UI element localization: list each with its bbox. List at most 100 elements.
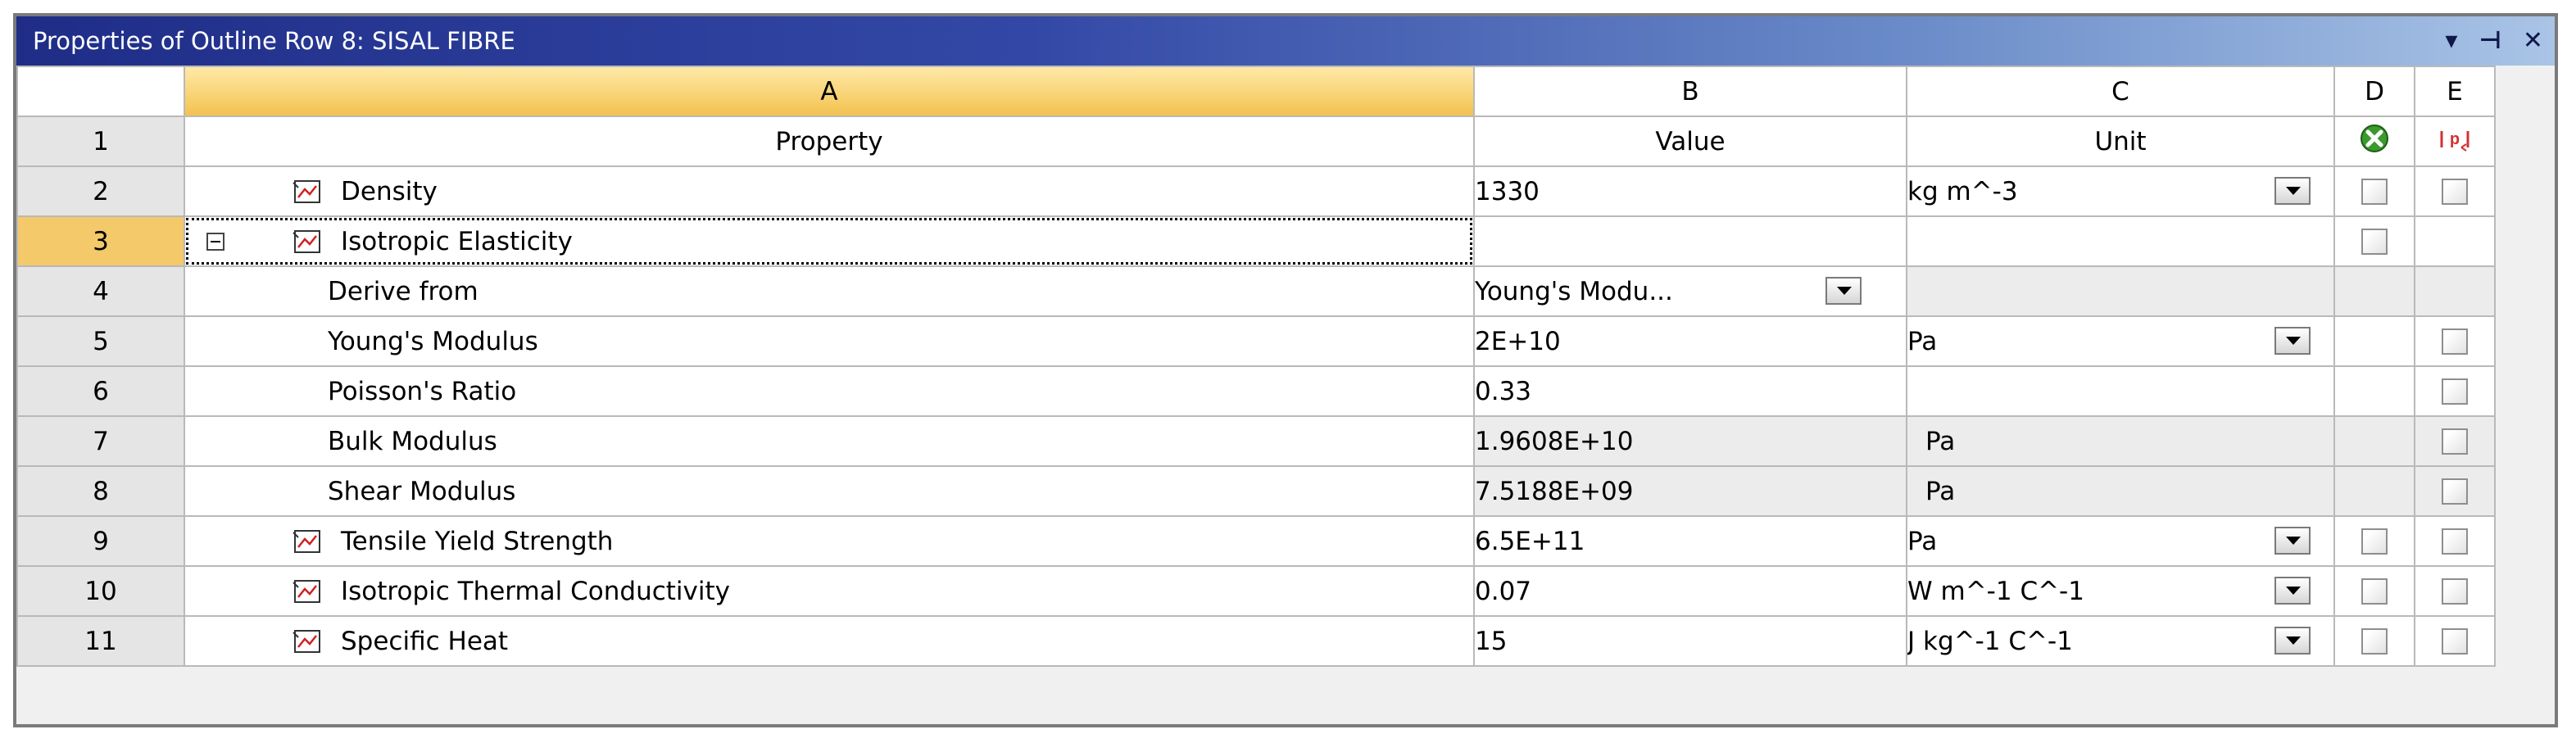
column-header-e[interactable]: E [2414, 66, 2496, 117]
parameter-checkbox[interactable] [2361, 178, 2388, 205]
link-checkbox[interactable] [2442, 578, 2468, 605]
property-label: Bulk Modulus [328, 426, 497, 456]
link-checkbox[interactable] [2442, 428, 2468, 455]
column-header-d[interactable]: D [2333, 66, 2415, 117]
property-label: Density [341, 176, 438, 206]
value-cell[interactable]: Young's Modu... [1473, 265, 1907, 317]
unit-dropdown-button[interactable] [2274, 527, 2311, 555]
properties-panel: Properties of Outline Row 8: SISAL FIBRE… [13, 13, 2558, 727]
table-row: 7 Bulk Modulus 1.9608E+10 Pa [16, 415, 2496, 467]
unit-dropdown-button[interactable] [2274, 327, 2311, 355]
value-cell[interactable]: 2E+10 [1473, 315, 1907, 367]
unit-cell[interactable]: Pa [1906, 315, 2335, 367]
link-checkbox[interactable] [2442, 627, 2468, 655]
unit-cell [1906, 265, 2335, 317]
property-label: Isotropic Thermal Conductivity [341, 576, 731, 606]
panel-titlebar: Properties of Outline Row 8: SISAL FIBRE… [16, 16, 2555, 66]
parameter-checkbox[interactable] [2361, 627, 2388, 655]
parameter-x-icon [2361, 124, 2388, 152]
property-cell[interactable]: Derive from [184, 265, 1475, 317]
value-cell[interactable]: 0.07 [1473, 565, 1907, 617]
column-header-c[interactable]: C [1906, 66, 2335, 117]
parameter-checkbox-cell [2333, 465, 2415, 517]
value-cell[interactable] [1473, 215, 1907, 267]
unit-cell[interactable]: Pa [1906, 515, 2335, 567]
unit-cell[interactable] [1906, 215, 2335, 267]
row-number[interactable]: 1 [16, 116, 185, 167]
link-checkbox[interactable] [2442, 478, 2468, 505]
panel-title: Properties of Outline Row 8: SISAL FIBRE [33, 27, 515, 55]
parameter-checkbox-cell [2333, 415, 2415, 467]
table-row: 4 Derive from Young's Modu... [16, 265, 2496, 317]
parameter-checkbox[interactable] [2361, 578, 2388, 605]
row-number-selected[interactable]: 3 [16, 215, 185, 267]
link-checkbox[interactable] [2442, 528, 2468, 555]
column-header-row: A B C D E [16, 66, 2496, 117]
property-cell[interactable]: Poisson's Ratio [184, 365, 1475, 417]
link-checkbox[interactable] [2442, 328, 2468, 355]
link-checkbox-cell [2414, 365, 2496, 417]
table-row: 8 Shear Modulus 7.5188E+09 Pa [16, 465, 2496, 517]
unit-dropdown-button[interactable] [2274, 177, 2311, 205]
value-cell[interactable]: 1330 [1473, 165, 1907, 217]
property-header: Property [184, 116, 1475, 167]
unit-dropdown-button[interactable] [2274, 577, 2311, 605]
parameter-checkbox-cell [2333, 215, 2415, 267]
unit-cell[interactable]: kg m^-3 [1906, 165, 2335, 217]
row-number[interactable]: 8 [16, 465, 185, 517]
property-chart-icon [293, 529, 320, 553]
row-number[interactable]: 6 [16, 365, 185, 417]
corner-cell[interactable] [16, 66, 185, 117]
property-cell[interactable]: Tensile Yield Strength [184, 515, 1475, 567]
row-number[interactable]: 10 [16, 565, 185, 617]
property-chart-icon [293, 179, 320, 203]
value-cell[interactable]: 6.5E+11 [1473, 515, 1907, 567]
unit-cell[interactable]: J kg^-1 C^-1 [1906, 615, 2335, 667]
table-row: 9 Tensile Yield Strength 6.5E+11 Pa [16, 515, 2496, 567]
column-header-b[interactable]: B [1473, 66, 1907, 117]
parameter-checkbox-cell [2333, 165, 2415, 217]
property-label: Specific Heat [341, 626, 509, 656]
value-cell: 1.9608E+10 [1473, 415, 1907, 467]
table-row: 6 Poisson's Ratio 0.33 [16, 365, 2496, 417]
collapse-toggle-icon[interactable] [206, 232, 224, 251]
derive-from-dropdown-button[interactable] [1825, 277, 1862, 305]
value-header: Value [1473, 116, 1907, 167]
row-number[interactable]: 2 [16, 165, 185, 217]
link-checkbox-cell [2414, 515, 2496, 567]
parameter-checkbox-cell [2333, 615, 2415, 667]
unit-dropdown-button[interactable] [2274, 627, 2311, 655]
property-label: Poisson's Ratio [328, 376, 517, 406]
pin-icon[interactable]: ⊣ [2478, 16, 2501, 66]
row-number[interactable]: 9 [16, 515, 185, 567]
parameter-checkbox[interactable] [2361, 228, 2388, 255]
row-number[interactable]: 7 [16, 415, 185, 467]
property-cell[interactable]: Isotropic Elasticity [184, 215, 1475, 267]
parameter-checkbox-cell [2333, 315, 2415, 367]
unit-cell[interactable]: W m^-1 C^-1 [1906, 565, 2335, 617]
unit-label: Pa [1907, 526, 1938, 556]
row-number[interactable]: 4 [16, 265, 185, 317]
property-cell[interactable]: Density [184, 165, 1475, 217]
derive-from-value: Young's Modu... [1475, 276, 1673, 306]
svg-text:p: p [2450, 130, 2460, 148]
property-cell[interactable]: Young's Modulus [184, 315, 1475, 367]
link-checkbox[interactable] [2442, 178, 2468, 205]
row-number[interactable]: 5 [16, 315, 185, 367]
dropdown-menu-icon[interactable]: ▾ [2445, 16, 2457, 66]
row-number[interactable]: 11 [16, 615, 185, 667]
value-cell[interactable]: 0.33 [1473, 365, 1907, 417]
column-header-a[interactable]: A [184, 66, 1475, 117]
property-label: Tensile Yield Strength [341, 526, 614, 556]
table-row: 11 Specific Heat 15 J kg^-1 C^-1 [16, 615, 2496, 667]
property-cell[interactable]: Isotropic Thermal Conductivity [184, 565, 1475, 617]
unit-label: Pa [1907, 326, 1938, 356]
parameter-checkbox[interactable] [2361, 528, 2388, 555]
close-icon[interactable]: ✕ [2523, 16, 2543, 66]
link-checkbox[interactable] [2442, 378, 2468, 405]
property-cell[interactable]: Shear Modulus [184, 465, 1475, 517]
parameter-checkbox-cell [2333, 365, 2415, 417]
property-cell[interactable]: Bulk Modulus [184, 415, 1475, 467]
property-cell[interactable]: Specific Heat [184, 615, 1475, 667]
value-cell[interactable]: 15 [1473, 615, 1907, 667]
